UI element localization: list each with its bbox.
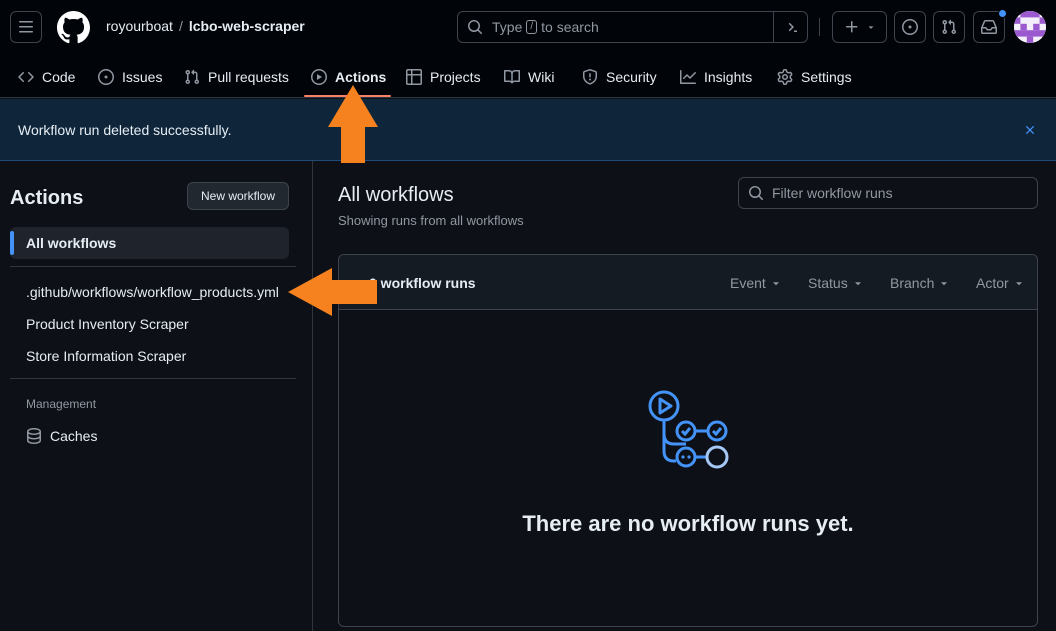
breadcrumb-separator: /	[178, 18, 183, 34]
tab-security[interactable]: Security	[582, 56, 657, 98]
sidebar-item-label: All workflows	[26, 235, 117, 251]
flash-close-button[interactable]	[1021, 121, 1039, 139]
github-logo-icon[interactable]	[57, 11, 90, 44]
repo-breadcrumb: royourboat / lcbo-web-scraper	[106, 18, 305, 34]
workflow-empty-state-icon	[648, 390, 729, 469]
empty-state-message: There are no workflow runs yet.	[522, 511, 854, 536]
sidebar-divider	[10, 266, 296, 267]
inbox-icon	[981, 20, 997, 34]
new-workflow-button[interactable]: New workflow	[187, 182, 289, 210]
management-heading: Management	[26, 397, 97, 411]
search-hotkey: /	[526, 20, 538, 34]
actor-filter-dropdown[interactable]: Actor	[976, 275, 1025, 291]
identicon-icon	[1014, 11, 1046, 43]
triangle-down-icon	[868, 26, 873, 29]
tab-label: Settings	[801, 69, 852, 85]
sidebar-item-caches[interactable]: Caches	[10, 420, 289, 452]
active-item-indicator	[10, 231, 14, 255]
header-divider	[819, 18, 820, 36]
tab-pull-requests[interactable]: Pull requests	[184, 56, 289, 98]
command-palette-button[interactable]	[773, 11, 807, 43]
database-icon	[27, 428, 41, 444]
menu-button[interactable]	[10, 11, 42, 43]
notification-indicator	[998, 9, 1007, 18]
issue-icon	[902, 19, 918, 35]
terminal-icon	[788, 22, 797, 32]
search-placeholder: Type / to search	[492, 19, 599, 35]
hamburger-icon	[19, 21, 33, 33]
triangle-down-icon	[773, 282, 779, 286]
shield-icon	[583, 69, 597, 85]
tab-wiki[interactable]: Wiki	[504, 56, 554, 98]
tab-settings[interactable]: Settings	[777, 56, 852, 98]
code-icon	[18, 71, 34, 83]
sidebar-title: Actions	[10, 187, 84, 209]
tab-label: Issues	[122, 69, 163, 85]
avatar[interactable]	[1014, 11, 1046, 43]
triangle-down-icon	[854, 282, 861, 286]
pull-request-icon	[185, 69, 200, 85]
triangle-down-icon	[941, 282, 948, 286]
tab-issues[interactable]: Issues	[98, 56, 162, 98]
repo-nav-tabs: Code Issues Pull requests Actions Projec…	[0, 56, 1056, 98]
workflow-runs-header: 0 workflow runs Event Status Branch Acto…	[339, 255, 1037, 310]
page-title: All workflows	[338, 184, 454, 206]
left-arrow-annotation-icon	[288, 268, 377, 316]
search-icon	[749, 186, 763, 200]
status-filter-dropdown[interactable]: Status	[808, 275, 864, 291]
sidebar-item-all-workflows[interactable]: All workflows	[10, 227, 289, 259]
sidebar-item-label: Product Inventory Scraper	[26, 316, 189, 332]
global-search[interactable]: Type / to search	[457, 11, 808, 43]
tab-label: Pull requests	[208, 69, 289, 85]
sidebar-item-label: Store Information Scraper	[26, 348, 187, 364]
workflow-runs-count: 0 workflow runs	[369, 275, 476, 291]
repo-name-link[interactable]: lcbo-web-scraper	[189, 18, 305, 34]
sidebar-item-label: Caches	[50, 428, 98, 444]
event-filter-dropdown[interactable]: Event	[730, 275, 782, 291]
gear-icon	[777, 69, 793, 85]
tab-label: Security	[606, 69, 657, 85]
tab-insights[interactable]: Insights	[680, 56, 752, 98]
issue-icon	[98, 69, 114, 85]
close-icon	[1026, 126, 1034, 134]
tab-projects[interactable]: Projects	[406, 56, 481, 98]
sidebar-item-workflow-products-yml[interactable]: .github/workflows/workflow_products.yml	[10, 276, 289, 308]
search-icon	[468, 20, 482, 34]
tab-label: Wiki	[528, 69, 555, 85]
table-icon	[406, 69, 422, 85]
branch-filter-dropdown[interactable]: Branch	[890, 275, 950, 291]
sidebar-item-product-inventory-scraper[interactable]: Product Inventory Scraper	[10, 308, 289, 340]
plus-icon	[845, 21, 857, 33]
filter-workflow-runs-input-wrapper	[738, 177, 1038, 209]
triangle-down-icon	[1015, 282, 1022, 286]
sidebar-item-label: .github/workflows/workflow_products.yml	[26, 284, 279, 300]
sidebar-item-store-information-scraper[interactable]: Store Information Scraper	[10, 340, 289, 372]
flash-banner: Workflow run deleted successfully.	[0, 99, 1056, 161]
tab-code[interactable]: Code	[18, 56, 75, 98]
filter-workflow-runs-input[interactable]	[772, 185, 1022, 201]
sidebar-divider	[10, 378, 296, 379]
flash-message: Workflow run deleted successfully.	[18, 122, 232, 138]
actions-sidebar: Actions New workflow All workflows .gith…	[0, 161, 313, 631]
page-subtitle: Showing runs from all workflows	[338, 213, 524, 228]
tab-label: Projects	[430, 69, 481, 85]
global-header: royourboat / lcbo-web-scraper Type / to se…	[0, 0, 1056, 98]
book-icon	[504, 69, 520, 84]
pull-request-icon	[942, 19, 957, 35]
create-new-button[interactable]	[832, 11, 887, 43]
tab-label: Code	[42, 69, 76, 85]
tab-label: Insights	[704, 69, 753, 85]
up-arrow-annotation-icon	[328, 85, 378, 163]
pull-requests-button[interactable]	[933, 11, 965, 43]
issues-button[interactable]	[894, 11, 926, 43]
repo-owner-link[interactable]: royourboat	[106, 18, 173, 34]
graph-icon	[680, 70, 696, 84]
